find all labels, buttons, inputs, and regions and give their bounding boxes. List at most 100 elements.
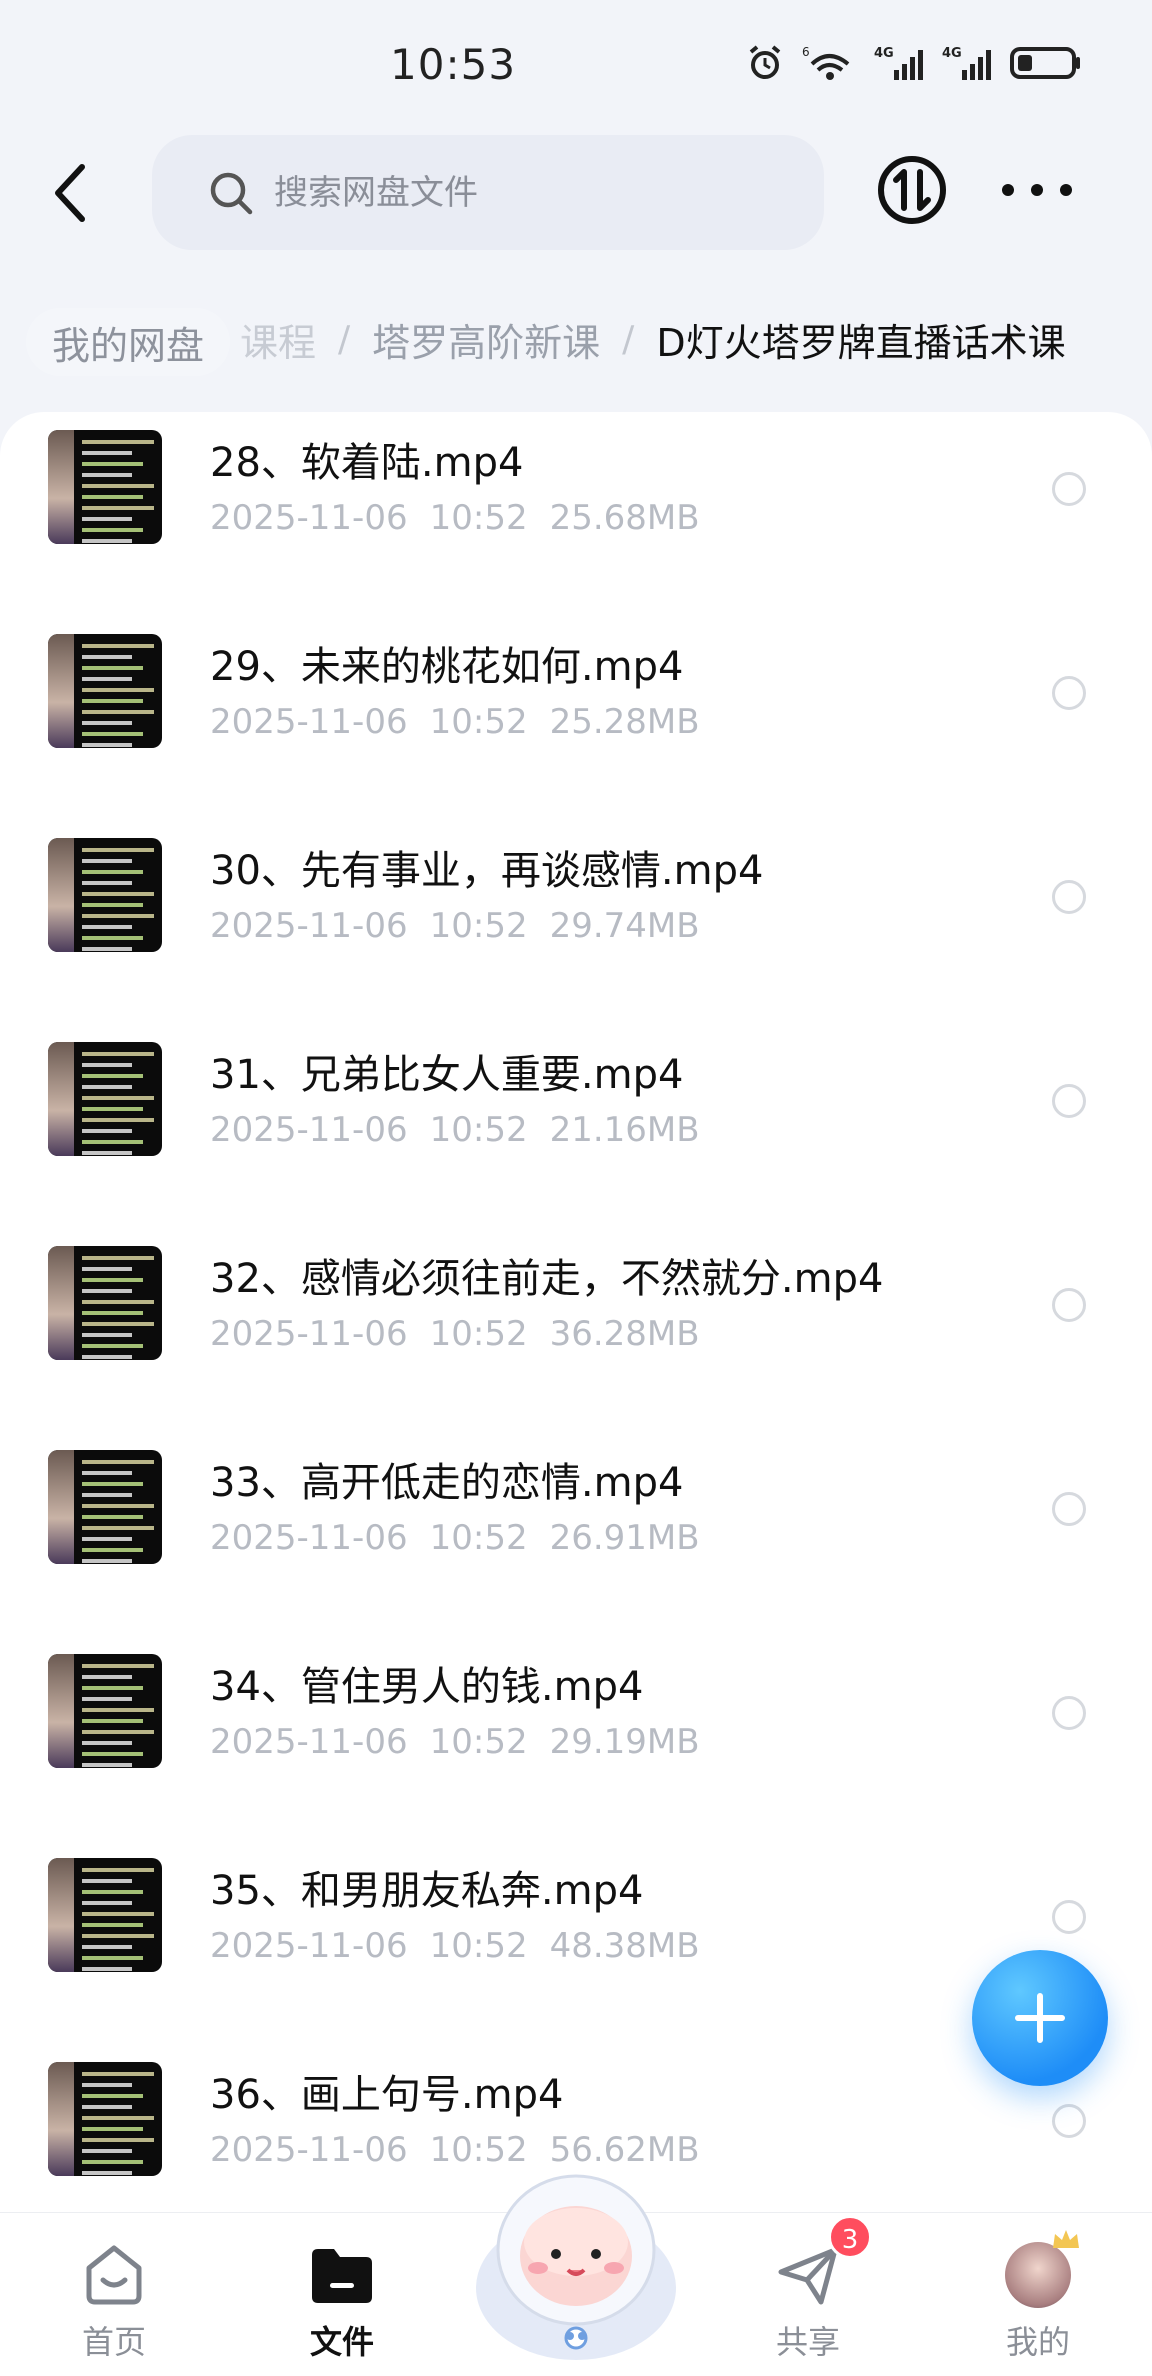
nav-files-label: 文件 — [309, 2323, 374, 2361]
file-list: 28、软着陆.mp4 2025-11-06 10:52 25.68MB 29、未来的桃花… — [0, 412, 1152, 2212]
search-box[interactable] — [152, 135, 824, 250]
file-row[interactable]: 30、先有事业，再谈感情.mp4 2025-11-06 10:52 29.74MB — [0, 820, 1152, 1024]
folder-icon — [312, 2249, 372, 2303]
file-meta: 2025-11-06 10:52 48.38MB — [210, 1926, 722, 1966]
breadcrumb-item-courses[interactable]: 课程 — [240, 312, 316, 367]
share-badge: 3 — [828, 2215, 872, 2259]
file-size: 25.68MB — [549, 498, 700, 538]
video-thumbnail — [48, 1246, 162, 1360]
nav-share-label: 共享 — [775, 2323, 840, 2361]
select-checkbox[interactable] — [1052, 1900, 1086, 1934]
breadcrumb-current: D灯火塔罗牌直播话术课 — [656, 321, 1066, 365]
file-name: 34、管住男人的钱.mp4 — [210, 1664, 644, 1710]
file-time: 10:52 — [429, 702, 528, 742]
svg-text:4G: 4G — [874, 46, 894, 61]
file-row[interactable]: 29、未来的桃花如何.mp4 2025-11-06 10:52 25.28MB — [0, 616, 1152, 820]
video-thumbnail — [48, 1654, 162, 1768]
select-checkbox[interactable] — [1052, 1084, 1086, 1118]
mascot-button[interactable] — [468, 2138, 684, 2368]
file-size: 48.38MB — [549, 1926, 700, 1966]
crown-icon — [1053, 2230, 1079, 2248]
video-thumbnail — [48, 1042, 162, 1156]
file-date: 2025-11-06 — [210, 1722, 408, 1762]
file-time: 10:52 — [429, 906, 528, 946]
search-icon — [210, 172, 253, 214]
file-size: 21.16MB — [549, 1110, 700, 1150]
video-thumbnail — [48, 1858, 162, 1972]
search-input[interactable] — [274, 172, 754, 213]
mascot-icon — [476, 2174, 676, 2360]
status-icons: 6 4G 4G — [746, 44, 1082, 82]
chevron-left-icon — [55, 164, 85, 222]
svg-text:6: 6 — [802, 45, 810, 59]
video-thumbnail — [48, 1450, 162, 1564]
nav-mine[interactable]: 我的 — [968, 2230, 1108, 2363]
transfer-button[interactable] — [876, 154, 948, 226]
file-size: 26.91MB — [549, 1518, 700, 1558]
file-row[interactable]: 33、高开低走的恋情.mp4 2025-11-06 10:52 26.91MB — [0, 1432, 1152, 1636]
top-bar — [0, 130, 1152, 260]
nav-mine-label: 我的 — [1005, 2323, 1070, 2361]
home-icon — [86, 2245, 142, 2305]
file-date: 2025-11-06 — [210, 2130, 408, 2170]
wifi-icon: 6 — [802, 44, 856, 82]
video-thumbnail — [48, 838, 162, 952]
file-time: 10:52 — [429, 1722, 528, 1762]
status-bar: 10:53 6 4G 4G — [0, 0, 1152, 130]
breadcrumb: 课程 / 塔罗高阶新课 / D灯火塔罗牌直播话术课 我的网盘 — [0, 290, 1152, 390]
plus-icon — [1015, 1993, 1065, 2043]
file-row[interactable]: 34、管住男人的钱.mp4 2025-11-06 10:52 29.19MB — [0, 1636, 1152, 1840]
nav-home[interactable]: 首页 — [44, 2237, 184, 2363]
video-thumbnail — [48, 634, 162, 748]
file-row[interactable]: 28、软着陆.mp4 2025-11-06 10:52 25.68MB — [0, 412, 1152, 616]
file-time: 10:52 — [429, 1314, 528, 1354]
file-size: 29.19MB — [549, 1722, 700, 1762]
breadcrumb-trail: 课程 / 塔罗高阶新课 / D灯火塔罗牌直播话术课 — [240, 312, 1066, 367]
select-checkbox[interactable] — [1052, 1696, 1086, 1730]
select-checkbox[interactable] — [1052, 472, 1086, 506]
file-time: 10:52 — [429, 498, 528, 538]
more-button[interactable] — [1002, 174, 1072, 206]
file-date: 2025-11-06 — [210, 702, 408, 742]
more-dot-icon — [1002, 184, 1014, 196]
file-name: 30、先有事业，再谈感情.mp4 — [210, 848, 764, 894]
breadcrumb-separator: / — [622, 319, 635, 360]
select-checkbox[interactable] — [1052, 676, 1086, 710]
file-name: 31、兄弟比女人重要.mp4 — [210, 1052, 684, 1098]
file-date: 2025-11-06 — [210, 906, 408, 946]
file-meta: 2025-11-06 10:52 25.28MB — [210, 702, 722, 742]
file-name: 35、和男朋友私奔.mp4 — [210, 1868, 644, 1914]
select-checkbox[interactable] — [1052, 880, 1086, 914]
more-dot-icon — [1060, 184, 1072, 196]
breadcrumb-separator: / — [338, 319, 351, 360]
file-name: 28、软着陆.mp4 — [210, 440, 524, 486]
file-meta: 2025-11-06 10:52 21.16MB — [210, 1110, 722, 1150]
file-name: 33、高开低走的恋情.mp4 — [210, 1460, 684, 1506]
file-time: 10:52 — [429, 1518, 528, 1558]
back-button[interactable] — [40, 158, 100, 228]
file-time: 10:52 — [429, 1110, 528, 1150]
svg-text:4G: 4G — [942, 46, 962, 61]
file-date: 2025-11-06 — [210, 1314, 408, 1354]
file-meta: 2025-11-06 10:52 26.91MB — [210, 1518, 722, 1558]
breadcrumb-home[interactable]: 我的网盘 — [26, 308, 231, 376]
select-checkbox[interactable] — [1052, 1288, 1086, 1322]
alarm-icon — [746, 44, 784, 82]
signal-icon-1: 4G — [874, 44, 924, 82]
file-name: 29、未来的桃花如何.mp4 — [210, 644, 684, 690]
file-meta: 2025-11-06 10:52 25.68MB — [210, 498, 722, 538]
file-name: 36、画上句号.mp4 — [210, 2072, 564, 2118]
add-button[interactable] — [972, 1950, 1108, 2086]
breadcrumb-item-tarot[interactable]: 塔罗高阶新课 — [372, 312, 600, 367]
select-checkbox[interactable] — [1052, 2104, 1086, 2138]
status-time: 10:53 — [390, 40, 517, 89]
battery-icon — [1010, 44, 1082, 82]
file-name: 32、感情必须往前走，不然就分.mp4 — [210, 1256, 884, 1302]
file-row[interactable]: 31、兄弟比女人重要.mp4 2025-11-06 10:52 21.16MB — [0, 1024, 1152, 1228]
file-date: 2025-11-06 — [210, 1110, 408, 1150]
file-row[interactable]: 32、感情必须往前走，不然就分.mp4 2025-11-06 10:52 36.28M… — [0, 1228, 1152, 1432]
file-meta: 2025-11-06 10:52 29.74MB — [210, 906, 722, 946]
nav-files[interactable]: 文件 — [272, 2237, 412, 2363]
send-icon — [778, 2247, 838, 2305]
select-checkbox[interactable] — [1052, 1492, 1086, 1526]
